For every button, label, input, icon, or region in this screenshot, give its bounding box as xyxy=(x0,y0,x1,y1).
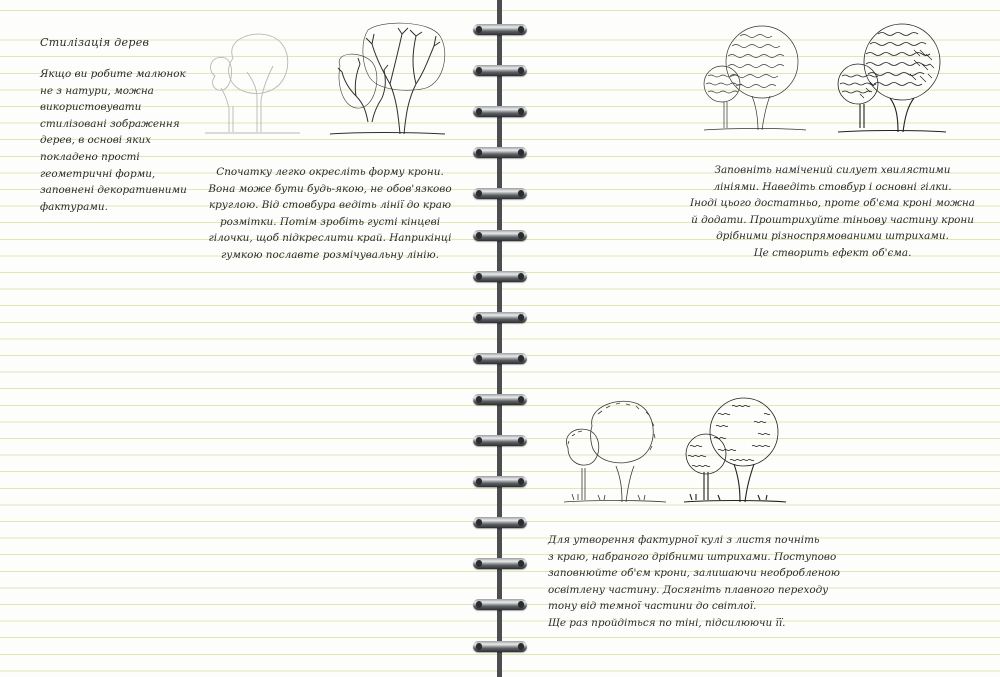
tree-wavy-shaded-icon xyxy=(830,20,950,138)
intro-line: використовувати xyxy=(40,101,142,114)
intro-line: Якщо ви робите малюнок xyxy=(40,68,186,80)
spiral-ring xyxy=(473,517,527,529)
spiral-ring xyxy=(473,65,527,77)
spiral-ring xyxy=(473,229,527,241)
step1-line: гілочки, щоб підкреслити край. Наприкінц… xyxy=(208,232,452,245)
step1-line: розмітки. Потім зробіть густі кінцеві xyxy=(219,215,441,228)
spiral-ring xyxy=(473,393,527,405)
spiral-ring xyxy=(473,599,527,611)
step3-line: з краю, набраного дрібними штрихами. Пос… xyxy=(548,550,837,563)
intro-paragraph: Якщо ви робите малюнок не з натури, можн… xyxy=(40,66,190,215)
spiral-ring xyxy=(473,147,527,159)
intro-line: стилізовані зображення xyxy=(40,117,180,130)
step1-line: круглою. Від стовбура ведіть лінії до кр… xyxy=(208,199,452,212)
notebook-spine xyxy=(497,0,502,677)
spiral-ring xyxy=(473,558,527,570)
step1-line: Спочатку легко окресліть форму крони. xyxy=(216,166,444,178)
spiral-ring xyxy=(473,640,527,652)
intro-line: дерев, в основі яких xyxy=(40,134,152,147)
intro-line: не з натури, можна xyxy=(40,84,154,97)
spiral-ring xyxy=(473,106,527,118)
step3-line: освітлену частину. Досягніть плавного пе… xyxy=(548,583,829,596)
step2-line: Заповніть намічений силует хвилястими xyxy=(714,164,951,176)
step2-line: Іноді цього достатньо, проте об'єма крон… xyxy=(690,197,975,210)
step2-paragraph: Заповніть намічений силует хвилястими лі… xyxy=(690,162,975,262)
step3-line: Ще раз пройдіться по тіні, підсилюючи її… xyxy=(548,616,786,629)
spiral-ring xyxy=(473,435,527,446)
step2-line: лініями. Наведіть стовбур і основні гілк… xyxy=(713,180,952,193)
step2-line: дрібними різноспрямованими штрихами. xyxy=(716,230,949,243)
step3-paragraph: Для утворення фактурної кулі з листя поч… xyxy=(548,532,840,632)
step1-paragraph: Спочатку легко окресліть форму крони. Во… xyxy=(205,164,455,264)
intro-line: геометричні форми, xyxy=(40,167,156,180)
step3-line: заповнюйте об'єм крони, залишаючи необро… xyxy=(548,567,840,580)
step1-line: гумкою пославте розмічувальну лінію. xyxy=(221,248,439,261)
intro-line: фактурами. xyxy=(40,200,108,213)
tree-wavy-texture-icon xyxy=(700,20,810,138)
spiral-ring xyxy=(473,352,527,364)
step3-line: тону від темної частини до світлої. xyxy=(548,600,757,613)
page-title: Стилізація дерев xyxy=(40,36,150,49)
step2-line: Це створить ефект об'єма. xyxy=(753,246,912,259)
intro-line: заповнені декоративними xyxy=(40,184,187,197)
tree-ball-outline-icon xyxy=(560,396,670,508)
step2-line: й додати. Проштрихуйте тіньову частину к… xyxy=(691,213,974,226)
spiral-ring xyxy=(473,476,527,488)
spiral-ring xyxy=(473,311,527,323)
spiral-ring xyxy=(473,24,527,35)
spiral-ring xyxy=(473,188,527,200)
step1-line: Вона може бути будь-якою, не обов'язково xyxy=(208,182,452,195)
tree-sketch-branches-icon xyxy=(320,22,450,140)
step3-line: Для утворення фактурної кулі з листя поч… xyxy=(548,534,820,546)
tree-sketch-outline-icon xyxy=(195,28,305,138)
spiral-ring xyxy=(473,270,527,282)
intro-line: покладено прості xyxy=(40,150,140,163)
tree-ball-textured-icon xyxy=(680,392,790,508)
